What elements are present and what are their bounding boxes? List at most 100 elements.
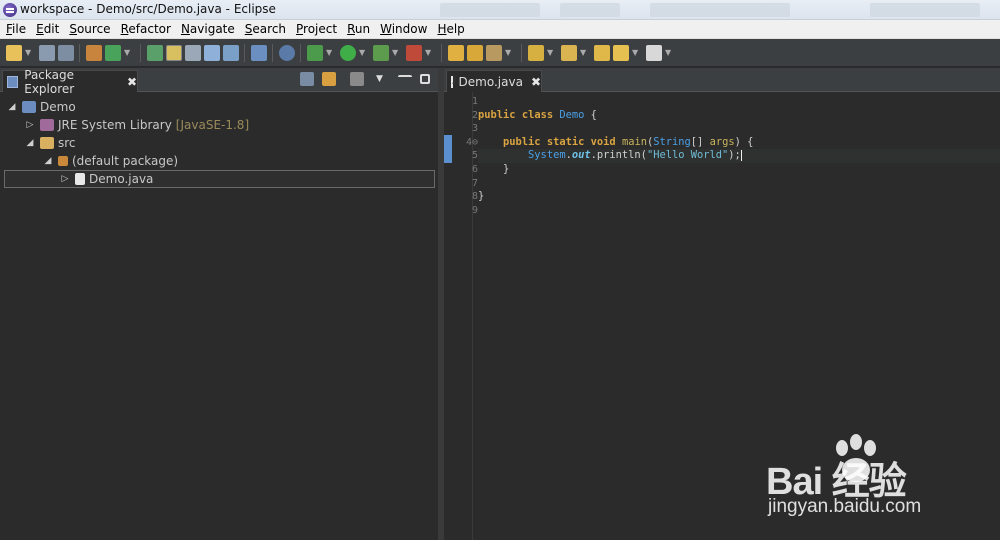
chevron-down-icon[interactable]: ▼ (376, 72, 390, 86)
minimize-icon[interactable] (398, 75, 412, 83)
search-dropdown-icon[interactable]: ▼ (505, 45, 513, 61)
view-menu-icon[interactable] (350, 72, 364, 86)
package-explorer-icon (7, 75, 19, 88)
new-java-project-icon[interactable] (86, 44, 102, 61)
run-icon[interactable] (340, 44, 356, 61)
menu-file[interactable]: File (2, 22, 30, 36)
java-file-icon (75, 173, 85, 185)
tree-item-demo-project[interactable]: ◢ Demo (6, 98, 76, 116)
package-explorer-actions: ▼ (292, 72, 430, 86)
toggle-mark-occurrences-icon[interactable] (166, 44, 182, 61)
package-explorer-tab[interactable]: Package Explorer ✖ (2, 68, 138, 96)
refresh-icon[interactable] (105, 44, 121, 61)
baidu-watermark: Bai 经验 jingyan.baidu.com (762, 432, 992, 532)
line-numbers: 1 2 3 4⊖ 5 6 7 8 9 (454, 95, 478, 217)
previous-annotation-dropdown-icon[interactable]: ▼ (580, 45, 588, 61)
menu-window[interactable]: Window (376, 22, 431, 36)
punctuation: { (584, 108, 597, 121)
line-number: 1 (471, 96, 478, 107)
menu-run[interactable]: Run (343, 22, 374, 36)
expanded-arrow-icon[interactable]: ◢ (42, 156, 54, 166)
background-window-ghost (440, 3, 540, 17)
external-tools-dropdown-icon[interactable]: ▼ (425, 45, 433, 61)
new-icon[interactable] (6, 44, 22, 61)
type-name: String (653, 135, 691, 148)
background-window-ghost (560, 3, 620, 17)
menu-bar: File Edit Source Refactor Navigate Searc… (0, 20, 1000, 39)
line-number: 8 (471, 191, 478, 203)
code-editor[interactable]: public class Demo { public static void m… (478, 95, 1000, 217)
next-annotation-icon[interactable] (528, 44, 544, 61)
tree-item-demo-java[interactable]: ▷ Demo.java (4, 170, 435, 188)
expanded-arrow-icon[interactable]: ◢ (6, 102, 18, 112)
search-icon[interactable] (486, 44, 502, 61)
toggle-block-selection-icon[interactable] (185, 44, 201, 61)
skip-breakpoints-icon[interactable] (279, 44, 295, 61)
project-icon (22, 101, 36, 113)
eclipse-icon (3, 3, 17, 17)
forward-dropdown-icon[interactable]: ▼ (665, 45, 673, 61)
run-dropdown-icon[interactable]: ▼ (359, 45, 367, 61)
previous-annotation-icon[interactable] (561, 44, 577, 61)
tree-item-label: JRE System Library (58, 118, 172, 132)
line-number: 7 (471, 177, 478, 189)
show-whitespace-icon[interactable] (204, 44, 220, 61)
new-package-icon[interactable] (448, 44, 464, 61)
menu-project[interactable]: Project (292, 22, 341, 36)
back-dropdown-icon[interactable]: ▼ (632, 45, 640, 61)
tree-item-src[interactable]: ◢ src (24, 134, 76, 152)
menu-search[interactable]: Search (241, 22, 290, 36)
line-number[interactable]: 4⊖ (454, 136, 478, 150)
collapsed-arrow-icon[interactable]: ▷ (24, 120, 36, 130)
external-tools-icon[interactable] (406, 44, 422, 61)
coverage-dropdown-icon[interactable]: ▼ (392, 45, 400, 61)
code-line-2: public class Demo { (478, 109, 1000, 123)
window-title: workspace - Demo/src/Demo.java - Eclipse (20, 2, 276, 16)
menu-help[interactable]: Help (433, 22, 468, 36)
background-window-ghost (870, 3, 980, 17)
maximize-icon[interactable] (420, 74, 430, 84)
new-dropdown-icon[interactable]: ▼ (25, 45, 33, 61)
save-all-icon[interactable] (58, 44, 74, 61)
toolbar-separator (441, 43, 442, 62)
editor-tab-demo-java[interactable]: Demo.java ✖ (446, 70, 542, 92)
keyword: public (503, 135, 541, 148)
collapsed-arrow-icon[interactable]: ▷ (59, 174, 71, 184)
expanded-arrow-icon[interactable]: ◢ (24, 138, 36, 148)
tree-item-default-package[interactable]: ◢ (default package) (42, 152, 179, 170)
open-folder-icon[interactable] (467, 44, 483, 61)
open-console-icon[interactable] (251, 44, 267, 61)
close-icon[interactable]: ✖ (127, 75, 137, 89)
code-line-5: System.out.println("Hello World"); (478, 149, 1000, 163)
save-icon[interactable] (39, 44, 55, 61)
method-name: main (621, 135, 647, 148)
refresh-dropdown-icon[interactable]: ▼ (124, 45, 132, 61)
link-with-editor-icon[interactable] (322, 72, 336, 86)
punctuation: ) { (734, 135, 754, 148)
open-type-icon[interactable] (147, 44, 163, 61)
collapse-all-icon[interactable] (300, 72, 314, 86)
last-edit-location-icon[interactable] (594, 44, 610, 61)
coverage-icon[interactable] (373, 44, 389, 61)
punctuation: } (478, 190, 485, 203)
main-toolbar: ▼ ▼ ▼ ▼ ▼ ▼ ▼ ▼ ▼ ▼ ▼ (0, 39, 1000, 67)
code-line-4: public static void main(String[] args) { (478, 136, 1000, 150)
menu-edit[interactable]: Edit (32, 22, 63, 36)
debug-dropdown-icon[interactable]: ▼ (326, 45, 334, 61)
close-icon[interactable]: ✖ (531, 75, 541, 89)
debug-icon[interactable] (307, 44, 323, 61)
show-paragraph-icon[interactable] (223, 44, 239, 61)
menu-refactor[interactable]: Refactor (117, 22, 175, 36)
forward-icon[interactable] (646, 44, 662, 61)
java-file-icon (451, 75, 455, 88)
back-icon[interactable] (613, 44, 629, 61)
menu-source[interactable]: Source (65, 22, 114, 36)
next-annotation-dropdown-icon[interactable]: ▼ (547, 45, 555, 61)
tree-item-jre-library[interactable]: ▷ JRE System Library [JavaSE-1.8] (24, 116, 250, 134)
code-line-8: } (478, 190, 1000, 204)
tree-item-label: Demo.java (89, 172, 154, 186)
menu-navigate[interactable]: Navigate (177, 22, 239, 36)
